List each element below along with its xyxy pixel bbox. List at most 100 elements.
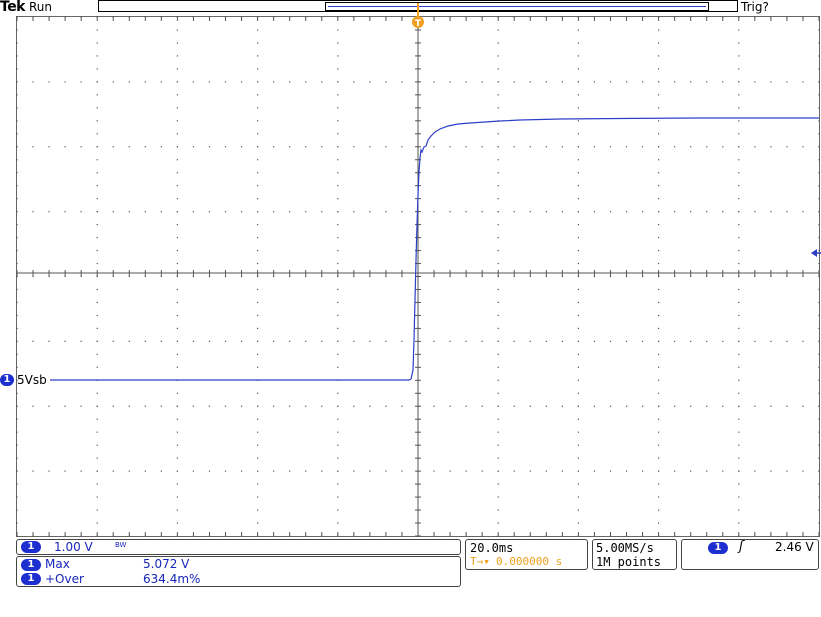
grid-dot bbox=[16, 172, 18, 174]
grid-dot bbox=[96, 314, 98, 317]
grid-dot bbox=[16, 42, 18, 44]
grid-dot bbox=[144, 275, 146, 278]
grid-dot bbox=[722, 146, 724, 148]
grid-dot bbox=[497, 159, 499, 161]
grid-dot bbox=[16, 496, 18, 498]
channel-1-readout[interactable]: 1 1.00 V BW bbox=[16, 539, 461, 555]
grid-dot bbox=[257, 107, 259, 109]
grid-dot bbox=[176, 94, 178, 96]
grid-dot bbox=[658, 483, 660, 485]
grid-dot bbox=[738, 353, 740, 355]
grid-dot bbox=[497, 146, 499, 148]
grid-dot bbox=[690, 146, 692, 148]
measurements-panel[interactable]: 1 Max 5.072 V 1 +Over 634.4m% bbox=[16, 556, 461, 587]
grid-dot bbox=[273, 340, 275, 342]
grid-dot bbox=[529, 146, 531, 148]
grid-dot bbox=[16, 55, 18, 57]
grid-dot bbox=[96, 288, 98, 291]
grid-dot bbox=[240, 275, 243, 278]
grid-dot bbox=[658, 211, 660, 213]
acquisition-readout[interactable]: 5.00MS/s 1M points bbox=[592, 539, 677, 570]
grid-dot bbox=[96, 340, 98, 342]
grid-dot bbox=[658, 146, 660, 148]
measurement-row: 1 +Over 634.4m% bbox=[17, 572, 460, 587]
grid-dot bbox=[497, 275, 499, 278]
grid-dot bbox=[577, 198, 579, 200]
grid-dot bbox=[96, 496, 98, 498]
grid-dot bbox=[738, 314, 740, 317]
grid-dot bbox=[818, 340, 820, 342]
grid-dot bbox=[32, 211, 34, 213]
grid-dot bbox=[674, 146, 676, 148]
grid-dot bbox=[658, 470, 660, 472]
grid-dot bbox=[257, 224, 259, 226]
grid-dot bbox=[465, 275, 467, 278]
grid-dot bbox=[577, 107, 579, 109]
grid-dot bbox=[96, 301, 98, 304]
grid-dot bbox=[577, 146, 579, 148]
timebase-readout[interactable]: 20.0ms T→▾ 0.000000 s bbox=[465, 539, 588, 570]
grid-dot bbox=[738, 418, 740, 420]
grid-dot bbox=[144, 211, 146, 213]
grid-dot bbox=[465, 146, 467, 148]
trigger-readout[interactable]: 1 ʃ 2.46 V bbox=[681, 539, 819, 570]
grid-dot bbox=[561, 340, 563, 342]
grid-dot bbox=[577, 457, 579, 459]
grid-dot bbox=[208, 340, 211, 342]
grid-dot bbox=[577, 29, 579, 31]
grid-dot bbox=[770, 340, 772, 342]
grid-dot bbox=[176, 159, 178, 161]
grid-dot bbox=[337, 288, 339, 291]
grid-dot bbox=[96, 42, 98, 44]
grid-dot bbox=[96, 366, 98, 368]
grid-dot bbox=[96, 133, 98, 135]
grid-dot bbox=[770, 146, 772, 148]
grid-dot bbox=[754, 81, 756, 83]
grid-dot bbox=[497, 185, 499, 187]
grid-dot bbox=[658, 314, 660, 317]
grid-dot bbox=[176, 353, 178, 355]
grid-dot bbox=[529, 211, 531, 213]
grid-dot bbox=[16, 275, 18, 278]
grid-dot bbox=[497, 288, 499, 291]
grid-dot bbox=[96, 146, 98, 148]
grid-dot bbox=[16, 288, 18, 291]
grid-dot bbox=[16, 249, 18, 252]
grid-dot bbox=[176, 431, 178, 433]
grid-dot bbox=[273, 211, 275, 213]
grid-dot bbox=[257, 314, 259, 317]
grid-dot bbox=[176, 236, 178, 239]
graticule-display[interactable]: T bbox=[0, 0, 821, 617]
grid-dot bbox=[465, 405, 467, 407]
grid-dot bbox=[176, 146, 178, 148]
grid-dot bbox=[433, 405, 435, 407]
grid-dot bbox=[112, 146, 114, 148]
grid-dot bbox=[658, 457, 660, 459]
graticule-grid bbox=[16, 16, 820, 537]
grid-dot bbox=[208, 81, 211, 83]
grid-dot bbox=[658, 159, 660, 161]
grid-dot bbox=[257, 94, 259, 96]
grid-dot bbox=[674, 275, 676, 278]
grid-dot bbox=[722, 405, 724, 407]
grid-dot bbox=[337, 366, 339, 368]
grid-dot bbox=[738, 327, 740, 329]
grid-dot bbox=[369, 81, 371, 83]
grid-dot bbox=[818, 353, 820, 355]
grid-dot bbox=[770, 470, 772, 472]
grid-dot bbox=[625, 146, 628, 148]
grid-dot bbox=[465, 340, 467, 342]
grid-dot bbox=[577, 275, 579, 278]
grid-dot bbox=[176, 262, 178, 265]
grid-dot bbox=[176, 340, 178, 342]
grid-dot bbox=[385, 81, 387, 83]
grid-dot bbox=[160, 275, 162, 278]
grid-dot bbox=[818, 133, 820, 135]
grid-dot bbox=[96, 29, 98, 31]
grid-dot bbox=[818, 262, 820, 265]
grid-dot bbox=[545, 470, 547, 472]
grid-dot bbox=[738, 483, 740, 485]
grid-dot bbox=[32, 340, 34, 342]
grid-dot bbox=[401, 146, 403, 148]
grid-dot bbox=[641, 146, 644, 148]
